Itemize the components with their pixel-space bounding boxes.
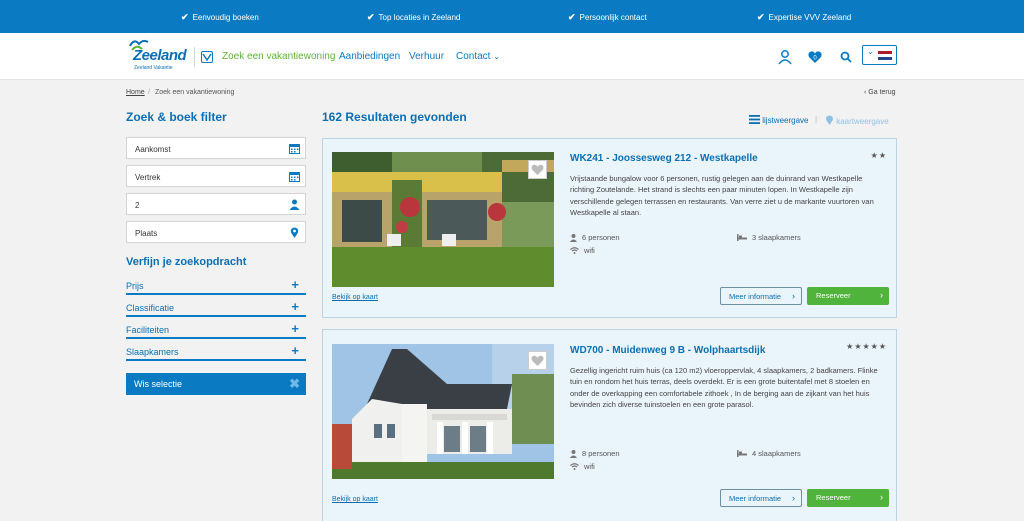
calendar-icon bbox=[289, 144, 300, 154]
more-info-button[interactable]: Meer informatie › bbox=[720, 489, 802, 507]
check-icon: ✔ bbox=[568, 12, 576, 22]
favorite-button[interactable] bbox=[528, 351, 547, 370]
view-on-map-link[interactable]: Bekijk op kaart bbox=[332, 294, 378, 301]
rating-stars: ★★ bbox=[870, 151, 887, 160]
person-icon bbox=[570, 449, 577, 458]
site-header: Zeeland Zeeland Vakantie Zoek een vakant… bbox=[0, 33, 1024, 80]
check-icon: ✔ bbox=[757, 12, 765, 22]
usp-item: ✔ Eenvoudig boeken bbox=[181, 12, 259, 22]
list-icon bbox=[749, 115, 760, 124]
bedrooms-info: 4 slaapkamers bbox=[737, 449, 801, 458]
nav-rentals[interactable]: Verhuur bbox=[409, 51, 444, 62]
persons-info: 6 personen bbox=[570, 233, 620, 242]
nav-offers[interactable]: Aanbiedingen bbox=[339, 51, 400, 62]
property-title[interactable]: WD700 - Muidenweg 9 B - Wolphaartsdijk bbox=[570, 345, 765, 356]
breadcrumb-separator: / bbox=[148, 89, 150, 96]
wifi-info: wifi bbox=[570, 462, 595, 471]
breadcrumb-current: Zoek een vakantiewoning bbox=[155, 89, 235, 96]
chevron-right-icon: › bbox=[880, 290, 883, 300]
back-link[interactable]: ‹ Ga terug bbox=[864, 89, 896, 96]
property-title[interactable]: WK241 - Joossesweg 212 - Westkapelle bbox=[570, 153, 758, 164]
nav-contact[interactable]: Contact ⌄ bbox=[456, 51, 500, 62]
plus-icon: + bbox=[291, 343, 299, 358]
close-icon: ✖ bbox=[289, 376, 300, 391]
filter-title: Zoek & boek filter bbox=[126, 110, 227, 124]
property-description: Gezellig ingericht ruim huis (ca 120 m2)… bbox=[570, 366, 878, 409]
property-photo[interactable] bbox=[332, 344, 554, 479]
chevron-right-icon: › bbox=[880, 492, 883, 502]
wifi-info: wifi bbox=[570, 246, 595, 255]
vvv-badge-icon bbox=[201, 51, 213, 63]
plus-icon: + bbox=[291, 321, 299, 336]
chevron-down-icon: ⌄ bbox=[493, 52, 500, 61]
bed-icon bbox=[737, 234, 747, 241]
filter-classification[interactable]: Classificatie + bbox=[126, 299, 306, 317]
nav-search-holiday-home[interactable]: Zoek een vakantiewoning bbox=[222, 51, 335, 62]
house-photo bbox=[332, 344, 554, 479]
persons-field[interactable]: 2 bbox=[126, 193, 306, 215]
search-icon[interactable] bbox=[838, 49, 854, 65]
favorite-button[interactable] bbox=[528, 160, 547, 179]
filter-facilities[interactable]: Faciliteiten + bbox=[126, 321, 306, 339]
calendar-icon bbox=[289, 172, 300, 182]
map-pin-icon bbox=[290, 227, 299, 238]
map-view-toggle[interactable]: kaartweergave bbox=[825, 115, 889, 126]
location-field[interactable]: Plaats bbox=[126, 221, 306, 243]
usp-item: ✔ Persoonlijk contact bbox=[568, 12, 647, 22]
book-button[interactable]: Reserveer › bbox=[807, 489, 889, 507]
map-pin-icon bbox=[825, 115, 834, 125]
bed-icon bbox=[737, 450, 747, 457]
dutch-flag-icon bbox=[878, 51, 892, 60]
result-card: Bekijk op kaart WD700 - Muidenweg 9 B - … bbox=[322, 329, 897, 521]
wifi-icon bbox=[570, 247, 579, 254]
book-button[interactable]: Reserveer › bbox=[807, 287, 889, 305]
check-icon: ✔ bbox=[367, 12, 375, 22]
property-photo[interactable] bbox=[332, 152, 554, 287]
divider bbox=[194, 47, 195, 67]
plus-icon: + bbox=[291, 277, 299, 292]
list-view-toggle[interactable]: lijstweergave bbox=[749, 115, 808, 125]
clear-selection-button[interactable]: Wis selectie ✖ bbox=[126, 373, 306, 395]
heart-icon bbox=[531, 164, 544, 175]
refine-title: Verfijn je zoekopdracht bbox=[126, 256, 247, 268]
filter-bedrooms[interactable]: Slaapkamers + bbox=[126, 343, 306, 361]
chevron-right-icon: › bbox=[792, 493, 795, 503]
departure-date-field[interactable]: Vertrek bbox=[126, 165, 306, 187]
bungalow-photo bbox=[332, 152, 554, 287]
zeeland-logo[interactable]: Zeeland Zeeland Vakantie bbox=[128, 38, 190, 74]
chevron-right-icon: › bbox=[792, 291, 795, 301]
heart-icon[interactable]: 0 bbox=[807, 49, 823, 65]
plus-icon: + bbox=[291, 299, 299, 314]
breadcrumb-home[interactable]: Home bbox=[126, 89, 145, 96]
property-description: Vrijstaande bungalow voor 6 personen, ru… bbox=[570, 174, 874, 217]
chevron-down-icon: ⌄ bbox=[867, 47, 874, 56]
usp-item: ✔ Expertise VVV Zeeland bbox=[757, 12, 852, 22]
result-card: Bekijk op kaart WK241 - Joossesweg 212 -… bbox=[322, 138, 897, 318]
rating-stars: ★★★★★ bbox=[846, 342, 887, 351]
wifi-icon bbox=[570, 463, 579, 470]
heart-icon bbox=[531, 355, 544, 366]
arrival-date-field[interactable]: Aankomst bbox=[126, 137, 306, 159]
person-icon bbox=[570, 233, 577, 242]
more-info-button[interactable]: Meer informatie › bbox=[720, 287, 802, 305]
user-icon[interactable] bbox=[777, 49, 793, 65]
language-selector[interactable]: ⌄ bbox=[862, 45, 897, 65]
person-icon bbox=[289, 199, 300, 210]
usp-item: ✔ Top locaties in Zeeland bbox=[367, 12, 461, 22]
check-icon: ✔ bbox=[181, 12, 189, 22]
filter-price[interactable]: Prijs + bbox=[126, 277, 306, 295]
usp-bar: ✔ Eenvoudig boeken ✔ Top locaties in Zeela… bbox=[0, 0, 1024, 33]
results-count: 162 Resultaten gevonden bbox=[322, 110, 467, 124]
view-divider: | bbox=[815, 115, 818, 124]
view-on-map-link[interactable]: Bekijk op kaart bbox=[332, 496, 378, 503]
bedrooms-info: 3 slaapkamers bbox=[737, 233, 801, 242]
persons-info: 8 personen bbox=[570, 449, 620, 458]
